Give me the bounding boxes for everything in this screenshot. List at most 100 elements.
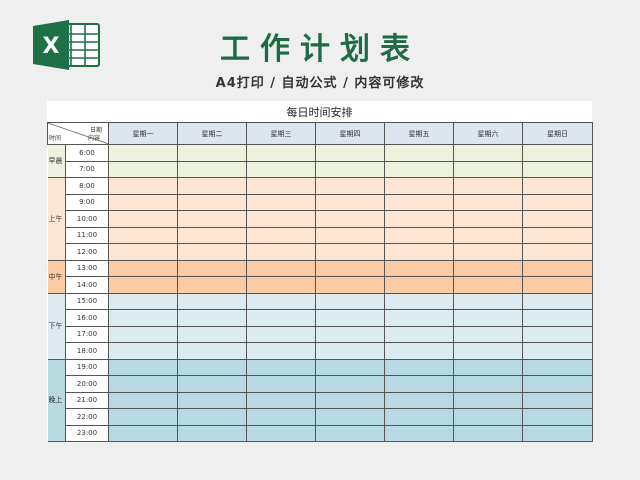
schedule-cell[interactable] (453, 210, 523, 228)
schedule-cell[interactable] (246, 177, 316, 195)
schedule-cell[interactable] (246, 424, 316, 442)
schedule-cell[interactable] (177, 375, 247, 393)
schedule-cell[interactable] (384, 276, 454, 294)
schedule-cell[interactable] (453, 424, 523, 442)
schedule-cell[interactable] (108, 375, 178, 393)
schedule-cell[interactable] (108, 391, 178, 409)
schedule-cell[interactable] (246, 210, 316, 228)
schedule-cell[interactable] (453, 292, 523, 310)
schedule-cell[interactable] (522, 193, 593, 211)
schedule-cell[interactable] (108, 292, 178, 310)
schedule-cell[interactable] (522, 292, 593, 310)
schedule-cell[interactable] (246, 358, 316, 376)
schedule-cell[interactable] (453, 408, 523, 426)
schedule-cell[interactable] (453, 375, 523, 393)
schedule-cell[interactable] (108, 193, 178, 211)
schedule-cell[interactable] (522, 325, 593, 343)
schedule-cell[interactable] (177, 144, 247, 162)
schedule-cell[interactable] (246, 259, 316, 277)
schedule-cell[interactable] (522, 358, 593, 376)
schedule-cell[interactable] (315, 210, 385, 228)
schedule-cell[interactable] (384, 243, 454, 261)
schedule-cell[interactable] (108, 144, 178, 162)
schedule-cell[interactable] (315, 424, 385, 442)
schedule-cell[interactable] (522, 226, 593, 244)
schedule-cell[interactable] (522, 243, 593, 261)
schedule-cell[interactable] (522, 160, 593, 178)
schedule-cell[interactable] (108, 276, 178, 294)
schedule-cell[interactable] (315, 309, 385, 327)
schedule-cell[interactable] (246, 193, 316, 211)
schedule-cell[interactable] (384, 177, 454, 195)
schedule-cell[interactable] (246, 375, 316, 393)
schedule-cell[interactable] (453, 325, 523, 343)
schedule-cell[interactable] (246, 243, 316, 261)
schedule-cell[interactable] (384, 408, 454, 426)
schedule-cell[interactable] (177, 325, 247, 343)
schedule-cell[interactable] (453, 309, 523, 327)
schedule-cell[interactable] (522, 276, 593, 294)
schedule-cell[interactable] (384, 325, 454, 343)
schedule-cell[interactable] (522, 375, 593, 393)
schedule-cell[interactable] (315, 177, 385, 195)
schedule-cell[interactable] (246, 391, 316, 409)
schedule-cell[interactable] (522, 408, 593, 426)
schedule-cell[interactable] (522, 309, 593, 327)
schedule-cell[interactable] (453, 144, 523, 162)
schedule-cell[interactable] (384, 259, 454, 277)
schedule-cell[interactable] (453, 177, 523, 195)
schedule-cell[interactable] (246, 144, 316, 162)
schedule-cell[interactable] (177, 210, 247, 228)
schedule-cell[interactable] (522, 259, 593, 277)
schedule-cell[interactable] (246, 342, 316, 360)
schedule-cell[interactable] (384, 358, 454, 376)
schedule-cell[interactable] (177, 424, 247, 442)
schedule-cell[interactable] (108, 210, 178, 228)
schedule-cell[interactable] (522, 424, 593, 442)
schedule-cell[interactable] (108, 160, 178, 178)
schedule-cell[interactable] (453, 243, 523, 261)
schedule-cell[interactable] (384, 144, 454, 162)
schedule-cell[interactable] (246, 276, 316, 294)
schedule-cell[interactable] (315, 408, 385, 426)
schedule-cell[interactable] (315, 342, 385, 360)
schedule-cell[interactable] (522, 391, 593, 409)
schedule-cell[interactable] (315, 193, 385, 211)
schedule-cell[interactable] (177, 226, 247, 244)
schedule-cell[interactable] (384, 309, 454, 327)
schedule-cell[interactable] (522, 177, 593, 195)
schedule-cell[interactable] (384, 391, 454, 409)
schedule-cell[interactable] (522, 342, 593, 360)
schedule-cell[interactable] (108, 358, 178, 376)
schedule-cell[interactable] (177, 408, 247, 426)
schedule-cell[interactable] (315, 358, 385, 376)
schedule-cell[interactable] (177, 276, 247, 294)
schedule-cell[interactable] (453, 160, 523, 178)
schedule-cell[interactable] (108, 226, 178, 244)
schedule-cell[interactable] (177, 309, 247, 327)
schedule-cell[interactable] (108, 243, 178, 261)
schedule-cell[interactable] (315, 226, 385, 244)
schedule-cell[interactable] (177, 243, 247, 261)
schedule-cell[interactable] (453, 259, 523, 277)
schedule-cell[interactable] (384, 193, 454, 211)
schedule-cell[interactable] (177, 342, 247, 360)
schedule-cell[interactable] (384, 210, 454, 228)
schedule-cell[interactable] (453, 276, 523, 294)
schedule-cell[interactable] (315, 243, 385, 261)
schedule-cell[interactable] (315, 144, 385, 162)
schedule-cell[interactable] (315, 375, 385, 393)
schedule-cell[interactable] (453, 193, 523, 211)
schedule-cell[interactable] (384, 342, 454, 360)
schedule-cell[interactable] (384, 292, 454, 310)
schedule-cell[interactable] (177, 292, 247, 310)
schedule-cell[interactable] (384, 424, 454, 442)
schedule-cell[interactable] (246, 309, 316, 327)
schedule-cell[interactable] (177, 177, 247, 195)
schedule-cell[interactable] (108, 309, 178, 327)
schedule-cell[interactable] (177, 193, 247, 211)
schedule-cell[interactable] (315, 391, 385, 409)
schedule-cell[interactable] (315, 276, 385, 294)
schedule-cell[interactable] (108, 177, 178, 195)
schedule-cell[interactable] (246, 325, 316, 343)
